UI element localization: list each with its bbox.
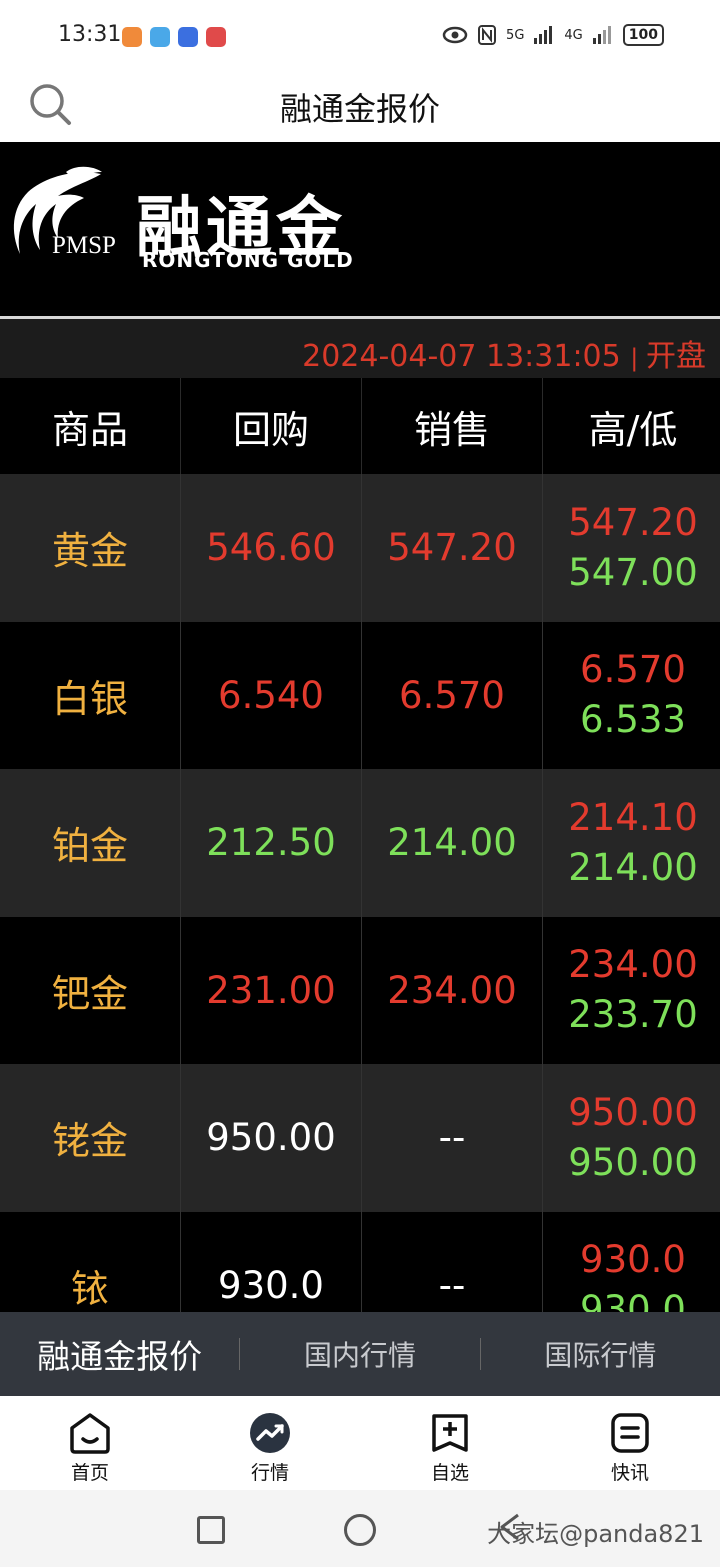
trend-chart-icon: [250, 1413, 290, 1453]
high-price: 950.00: [568, 1090, 698, 1134]
high-price: 930.0: [580, 1238, 686, 1282]
nav-watchlist[interactable]: 自选: [360, 1396, 540, 1490]
high-low-cell: 930.0 930.0: [543, 1212, 720, 1312]
table-body: 黄金 546.60 547.20 547.20 547.00 白银 6.540 …: [0, 474, 720, 1312]
logo-text: PMSP: [52, 232, 116, 259]
notification-icons: [122, 27, 226, 47]
tab-rongtong-quote[interactable]: 融通金报价: [0, 1330, 239, 1400]
product-name: 黄金: [0, 474, 181, 622]
nav-news-label: 快讯: [610, 1462, 649, 1484]
product-name: 钯金: [0, 916, 181, 1064]
buyback-price: 546.60: [181, 474, 362, 622]
low-price: 547.00: [568, 550, 698, 594]
table-row[interactable]: 白银 6.540 6.570 6.570 6.533: [0, 621, 720, 770]
header-buyback: 回购: [181, 378, 362, 474]
high-low-cell: 6.570 6.533: [543, 622, 720, 770]
status-time: 13:31: [58, 22, 122, 47]
nav-home-label: 首页: [70, 1462, 109, 1484]
eye-icon: [442, 26, 468, 44]
product-name: 铱: [0, 1211, 181, 1312]
table-row[interactable]: 黄金 546.60 547.20 547.20 547.00: [0, 474, 720, 622]
tab-label: 融通金报价: [37, 1337, 203, 1376]
battery-indicator: 100: [622, 24, 664, 46]
app-notification-icon: [206, 27, 226, 47]
low-price: 214.00: [568, 845, 698, 889]
status-bar: 13:31 5G 4G 100: [0, 0, 720, 72]
low-price: 233.70: [568, 993, 698, 1037]
add-bookmark-icon: [432, 1414, 468, 1452]
tab-international-market[interactable]: 国际行情: [481, 1334, 720, 1374]
high-price: 547.20: [568, 500, 698, 544]
high-low-cell: 234.00 233.70: [543, 917, 720, 1065]
high-low-cell: 950.00 950.00: [543, 1064, 720, 1212]
low-price: 6.533: [580, 698, 686, 742]
high-price: 6.570: [580, 648, 686, 692]
low-price: 950.00: [568, 1140, 698, 1184]
nav-watchlist-label: 自选: [430, 1462, 469, 1484]
home-button[interactable]: [344, 1514, 376, 1546]
product-name: 铂金: [0, 769, 181, 917]
quote-datetime: 2024-04-07 13:31:05: [302, 339, 621, 374]
nav-market[interactable]: 行情: [180, 1396, 360, 1490]
table-row[interactable]: 铱 930.0 -- 930.0 930.0: [0, 1211, 720, 1312]
signal-icon: [592, 26, 611, 44]
app-header: 融通金报价: [0, 72, 720, 142]
buyback-price: 6.540: [181, 621, 362, 769]
signal-icon: [534, 26, 553, 44]
buyback-price: 950.00: [181, 1064, 362, 1212]
news-icon: [611, 1413, 649, 1453]
nav-home[interactable]: 首页: [0, 1396, 180, 1490]
datetime-bar: 2024-04-07 13:31:05 | 开盘: [0, 316, 720, 379]
watermark-text: 大家坛@panda821: [487, 1520, 704, 1548]
table-row[interactable]: 铑金 950.00 -- 950.00 950.00: [0, 1064, 720, 1212]
nfc-icon: [478, 25, 497, 45]
table-header: 商品 回购 销售 高/低: [0, 378, 720, 474]
separator: |: [630, 344, 646, 372]
home-icon: [70, 1413, 110, 1454]
sell-price: --: [362, 1064, 543, 1212]
low-price: 930.0: [580, 1288, 686, 1312]
network-5g-label: 5G: [506, 27, 525, 43]
table-row[interactable]: 铂金 212.50 214.00 214.10 214.00: [0, 769, 720, 917]
app-notification-icon: [150, 27, 170, 47]
product-name: 白银: [0, 621, 181, 769]
high-low-cell: 547.20 547.00: [543, 474, 720, 622]
sell-price: 6.570: [362, 621, 543, 769]
table-row[interactable]: 钯金 231.00 234.00 234.00 233.70: [0, 916, 720, 1065]
tab-domestic-market[interactable]: 国内行情: [240, 1334, 479, 1374]
buyback-price: 231.00: [181, 916, 362, 1064]
bottom-navigation: 首页 行情 自选 快讯: [0, 1396, 720, 1490]
header-high-low: 高/低: [588, 407, 678, 452]
high-low-cell: 214.10 214.00: [543, 769, 720, 917]
product-name: 铑金: [0, 1064, 181, 1212]
quote-table-area[interactable]: 2024-04-07 13:31:05 | 开盘 商品 回购 销售 高/低 黄金…: [0, 312, 720, 1312]
header-product: 商品: [0, 378, 181, 474]
quote-source-tabs: 融通金报价 国内行情 国际行情: [0, 1312, 720, 1400]
sell-price: --: [362, 1211, 543, 1312]
sell-price: 234.00: [362, 916, 543, 1064]
brand-name-en: RONGTONG GOLD: [142, 248, 354, 272]
high-price: 214.10: [568, 795, 698, 839]
music-notification-icon: [178, 27, 198, 47]
buyback-price: 930.0: [181, 1211, 362, 1312]
recent-apps-button[interactable]: [197, 1516, 225, 1544]
high-price: 234.00: [568, 943, 698, 987]
brand-banner: PMSP 融通金 RONGTONG GOLD: [0, 142, 720, 312]
nav-news[interactable]: 快讯: [540, 1396, 720, 1490]
sell-price: 547.20: [362, 474, 543, 622]
network-4g-label: 4G: [564, 27, 583, 43]
nav-market-label: 行情: [250, 1462, 289, 1484]
buyback-price: 212.50: [181, 769, 362, 917]
header-sell: 销售: [362, 378, 543, 474]
market-status: 开盘: [646, 339, 706, 374]
sell-price: 214.00: [362, 769, 543, 917]
system-navigation-bar: 大家坛@panda821: [0, 1490, 720, 1567]
app-notification-icon: [122, 27, 142, 47]
page-title: 融通金报价: [279, 90, 440, 128]
status-indicators: 5G 4G 100: [442, 24, 664, 46]
